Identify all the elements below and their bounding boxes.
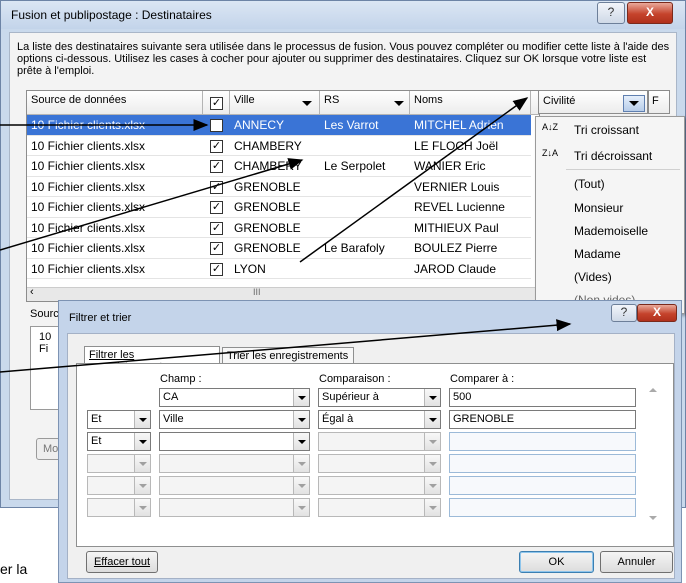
arrow-to-filter-dialog	[0, 319, 572, 373]
annotation-arrows	[0, 97, 572, 373]
arrow-to-civilite	[299, 97, 529, 263]
arrow-to-ville	[0, 158, 304, 251]
